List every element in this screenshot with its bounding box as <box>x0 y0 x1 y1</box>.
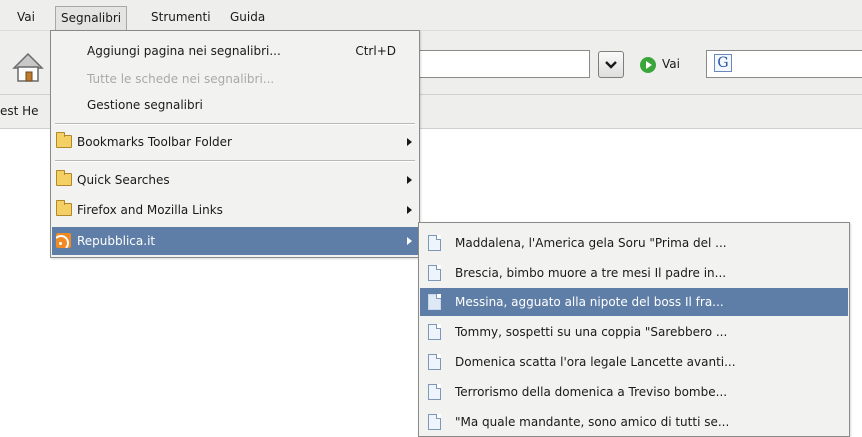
feed-item-label: Messina, agguato alla nipote del boss Il… <box>455 295 724 309</box>
feed-item[interactable]: Tommy, sospetti su una coppia "Sarebbero… <box>420 318 848 346</box>
menu-item-label: Tutte le schede nei segnalibri... <box>87 72 275 86</box>
menu-guida[interactable]: Guida <box>225 6 270 29</box>
bookmark-toolbar-item-partial[interactable]: est He <box>0 104 39 118</box>
go-label: Vai <box>662 57 680 71</box>
go-arrow-icon <box>640 56 656 73</box>
menu-vai[interactable]: Vai <box>12 6 40 29</box>
rss-icon <box>56 233 71 248</box>
menu-strumenti[interactable]: Strumenti <box>146 6 216 29</box>
folder-icon <box>56 170 72 186</box>
menu-item-quick-searches[interactable]: Quick Searches <box>52 166 418 194</box>
menu-bar: Vai Segnalibri Strumenti Guida <box>0 0 862 31</box>
menu-item-add-bookmark[interactable]: Aggiungi pagina nei segnalibri... Ctrl+D <box>52 37 418 65</box>
menu-item-firefox-links[interactable]: Firefox and Mozilla Links <box>52 196 418 224</box>
menu-separator <box>55 160 415 162</box>
submenu-arrow-icon <box>407 138 412 146</box>
page-icon <box>428 414 441 430</box>
page-icon <box>428 265 441 281</box>
menu-item-label: Repubblica.it <box>77 234 156 248</box>
shortcut-label: Ctrl+D <box>355 44 396 58</box>
url-dropdown-button[interactable] <box>598 51 624 78</box>
go-button[interactable]: Vai <box>640 53 680 75</box>
feed-item-label: Domenica scatta l'ora legale Lancette av… <box>455 355 736 369</box>
menu-separator <box>55 123 415 125</box>
feed-item-label: Terrorismo della domenica a Treviso bomb… <box>455 385 728 399</box>
google-icon[interactable]: G <box>714 54 732 72</box>
feed-item-label: Maddalena, l'America gela Soru "Prima de… <box>455 236 727 250</box>
page-icon <box>428 324 441 340</box>
bookmarks-menu: Aggiungi pagina nei segnalibri... Ctrl+D… <box>50 30 420 258</box>
menu-item-repubblica-feed[interactable]: Repubblica.it <box>52 227 418 255</box>
menu-item-label: Bookmarks Toolbar Folder <box>77 135 232 149</box>
menu-item-label: Gestione segnalibri <box>87 98 203 112</box>
home-icon[interactable] <box>8 46 48 86</box>
menu-item-label: Firefox and Mozilla Links <box>77 203 223 217</box>
menu-item-label: Quick Searches <box>77 173 170 187</box>
folder-icon <box>56 200 72 216</box>
feed-item[interactable]: Messina, agguato alla nipote del boss Il… <box>420 288 848 316</box>
url-input[interactable] <box>400 50 590 78</box>
menu-segnalibri[interactable]: Segnalibri <box>55 6 128 31</box>
feed-item-label: Brescia, bimbo muore a tre mesi Il padre… <box>455 266 727 280</box>
feed-item[interactable]: "Ma quale mandante, sono amico di tutti … <box>420 408 848 436</box>
menu-item-bookmark-all-tabs: Tutte le schede nei segnalibri... <box>52 65 418 93</box>
feed-item[interactable]: Maddalena, l'America gela Soru "Prima de… <box>420 229 848 257</box>
chevron-down-icon <box>605 61 617 69</box>
page-icon <box>428 354 441 370</box>
search-input[interactable]: G <box>706 50 862 78</box>
menu-item-label: Aggiungi pagina nei segnalibri... <box>87 44 281 58</box>
page-icon <box>428 384 441 400</box>
page-icon <box>428 235 441 251</box>
feed-item[interactable]: Brescia, bimbo muore a tre mesi Il padre… <box>420 259 848 287</box>
feed-item[interactable]: Terrorismo della domenica a Treviso bomb… <box>420 378 848 406</box>
feed-item-label: Tommy, sospetti su una coppia "Sarebbero… <box>455 325 728 339</box>
page-icon <box>428 294 441 310</box>
folder-icon <box>56 132 72 148</box>
feed-item[interactable]: Domenica scatta l'ora legale Lancette av… <box>420 348 848 376</box>
submenu-arrow-icon <box>407 176 412 184</box>
menu-item-bookmarks-toolbar-folder[interactable]: Bookmarks Toolbar Folder <box>52 128 418 156</box>
submenu-arrow-icon <box>407 237 412 245</box>
menu-item-organize-bookmarks[interactable]: Gestione segnalibri <box>52 91 418 119</box>
repubblica-feed-submenu: Maddalena, l'America gela Soru "Prima de… <box>418 222 850 437</box>
feed-item-label: "Ma quale mandante, sono amico di tutti … <box>455 415 730 429</box>
submenu-arrow-icon <box>407 206 412 214</box>
